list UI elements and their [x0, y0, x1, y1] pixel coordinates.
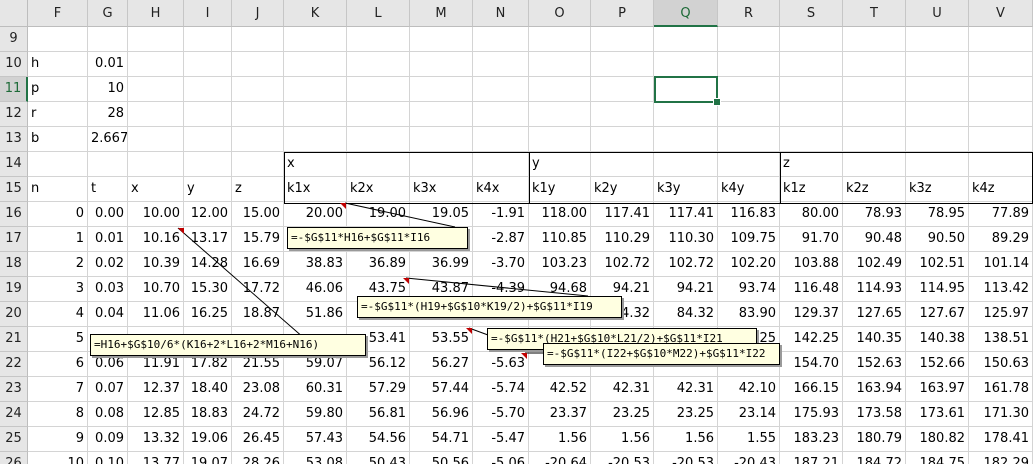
spreadsheet-grid[interactable]: FGHIJKLMNOPQRSTUV 9 10 11 12 13 14 15 16 17 18 19 2…	[0, 0, 1036, 464]
comment-indicator-M21[interactable]	[466, 328, 472, 334]
comment-box-c5[interactable]: =-$G$11*(I22+$G$10*M22)+$G$11*I22	[543, 343, 780, 365]
connector-c1	[344, 202, 456, 228]
comment-indicator-N22[interactable]	[521, 353, 527, 359]
comment-box-c2[interactable]: =-$G$11*(H19+$G$10*K19/2)+$G$11*I19	[357, 296, 622, 318]
comment-connector-lines	[177, 202, 589, 354]
comment-box-c3[interactable]: =H16+$G$10/6*(K16+2*L16+2*M16+N16)	[90, 334, 366, 356]
comment-box-c1[interactable]: =-$G$11*H16+$G$11*I16	[287, 227, 468, 249]
comment-indicator-H16[interactable]	[178, 228, 184, 234]
comment-indicator-K16[interactable]	[340, 203, 346, 209]
connector-c2	[405, 277, 589, 297]
comment-indicator-L19[interactable]	[403, 278, 409, 284]
